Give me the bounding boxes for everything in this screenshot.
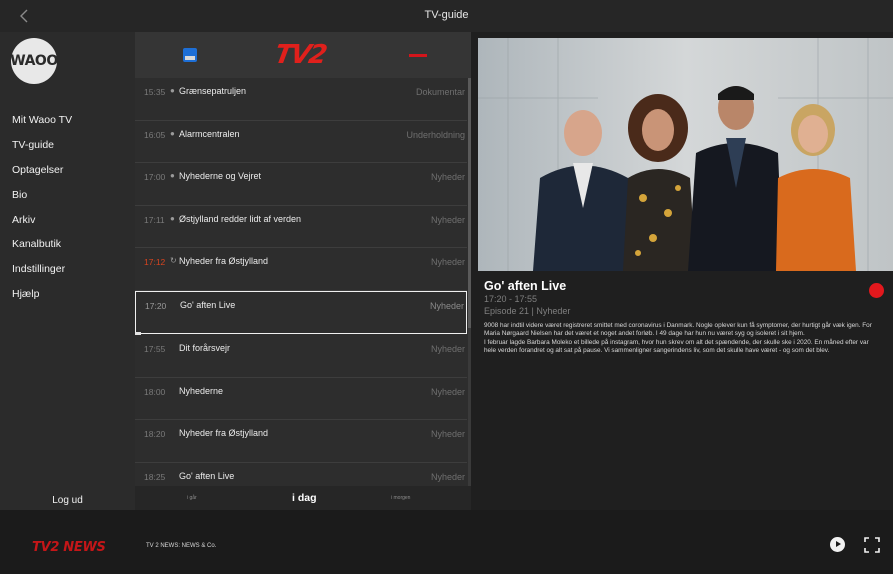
program-row-selected[interactable]: 17:20 Go' aften Live Nyheder <box>135 291 467 334</box>
program-detail: Go' aften Live 17:20 - 17:55 Episode 21 … <box>471 32 893 510</box>
tv2-logo: TV2 <box>272 40 328 70</box>
logout-button[interactable]: Log ud <box>0 495 135 506</box>
sidebar-item-optagelser[interactable]: Optagelser <box>12 158 72 183</box>
top-bar: TV-guide <box>0 0 893 32</box>
tv2-news-logo[interactable]: TV2 NEWS <box>32 540 106 555</box>
day-today[interactable]: i dag <box>292 486 317 510</box>
program-image <box>478 38 893 271</box>
program-row[interactable]: 15:35 ● Grænsepatruljen Dokumentar <box>135 78 467 121</box>
program-time: 17:20 - 17:55 <box>484 294 538 304</box>
sidebar-item-kanalbutik[interactable]: Kanalbutik <box>12 232 72 257</box>
sidebar: WAOO Mit Waoo TV TV-guide Optagelser Bio… <box>0 32 135 510</box>
program-row[interactable]: 17:00 ● Nyhederne og Vejret Nyheder <box>135 163 467 206</box>
sidebar-item-tv-guide[interactable]: TV-guide <box>12 133 72 158</box>
now-indicator <box>135 332 141 335</box>
day-selector: i går i dag i morgen <box>135 486 471 510</box>
restart-icon: ↻ <box>170 256 177 265</box>
channel-logo-icon <box>409 53 427 57</box>
sidebar-item-bio[interactable]: Bio <box>12 182 72 207</box>
program-photo <box>478 38 893 271</box>
program-row-live[interactable]: 17:12 ↻ Nyheder fra Østjylland Nyheder <box>135 248 467 291</box>
tv-guide-list: TV2 15:35 ● Grænsepatruljen Dokumentar 1… <box>135 32 471 510</box>
channel-tv2-ostjylland[interactable] <box>175 32 205 78</box>
channel-bar: TV2 <box>135 32 471 78</box>
program-episode: Episode 21 | Nyheder <box>484 306 571 316</box>
waoo-logo[interactable]: WAOO <box>10 38 58 84</box>
day-yesterday[interactable]: i går <box>187 486 197 510</box>
program-row[interactable]: 17:11 ● Østjylland redder lidt af verden… <box>135 206 467 248</box>
clock-icon: ● <box>170 128 175 138</box>
program-title: Go' aften Live <box>484 279 567 293</box>
now-playing-label: TV 2 NEWS: NEWS & Co. <box>146 543 217 549</box>
program-list[interactable]: 15:35 ● Grænsepatruljen Dokumentar 16:05… <box>135 78 471 486</box>
tv2-small-logo-icon <box>183 48 197 62</box>
page-title: TV-guide <box>424 9 469 21</box>
clock-icon: ● <box>170 213 175 223</box>
play-icon[interactable] <box>830 537 845 552</box>
program-row[interactable]: 18:25 Go' aften Live Nyheder <box>135 463 467 487</box>
record-icon[interactable] <box>869 283 884 298</box>
sidebar-item-hjaelp[interactable]: Hjælp <box>12 282 72 307</box>
channel-3[interactable] <box>403 32 433 78</box>
clock-icon: ● <box>170 86 175 95</box>
day-tomorrow[interactable]: i morgen <box>391 486 410 510</box>
program-row[interactable]: 17:55 Dit forårsvejr Nyheder <box>135 335 467 378</box>
clock-icon: ● <box>170 171 175 180</box>
program-row[interactable]: 18:00 Nyhederne Nyheder <box>135 378 467 420</box>
sidebar-nav: Mit Waoo TV TV-guide Optagelser Bio Arki… <box>12 108 72 306</box>
program-row[interactable]: 18:20 Nyheder fra Østjylland Nyheder <box>135 420 467 463</box>
channel-tv2[interactable]: TV2 <box>270 32 330 78</box>
fullscreen-icon[interactable] <box>864 537 880 553</box>
sidebar-item-mit-waoo-tv[interactable]: Mit Waoo TV <box>12 108 72 133</box>
sidebar-item-arkiv[interactable]: Arkiv <box>12 207 72 232</box>
program-description: 9008 har indtil videre været registreret… <box>484 322 872 354</box>
sidebar-item-indstillinger[interactable]: Indstillinger <box>12 257 72 282</box>
program-row[interactable]: 16:05 ● Alarmcentralen Underholdning <box>135 121 467 163</box>
mini-player: TV2 NEWS TV 2 NEWS: NEWS & Co. <box>0 510 893 574</box>
